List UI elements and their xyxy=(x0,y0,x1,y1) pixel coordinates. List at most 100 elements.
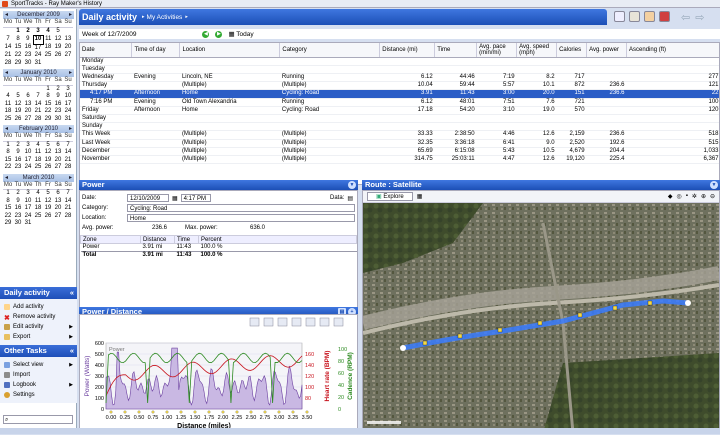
import-task[interactable]: Import xyxy=(0,370,77,380)
calendar-day[interactable]: 13 xyxy=(53,149,63,157)
calendar-day[interactable]: 3 xyxy=(23,190,33,198)
calendar-day[interactable]: 22 xyxy=(3,213,13,221)
calendar-day[interactable]: 2 xyxy=(13,190,23,198)
calendar-day[interactable]: 21 xyxy=(33,108,43,116)
calendar-day[interactable]: 12 xyxy=(43,149,53,157)
grid-col-header[interactable]: Avg. power xyxy=(586,43,628,58)
calendar-day[interactable]: 5 xyxy=(43,190,53,198)
calendar-day[interactable]: 18 xyxy=(43,44,53,52)
calendar-day[interactable]: 24 xyxy=(63,108,73,116)
calendar-day[interactable]: 23 xyxy=(53,108,63,116)
calendar-day[interactable]: 16 xyxy=(13,205,23,213)
export-task[interactable]: Export ▶ xyxy=(0,332,77,342)
grid-col-header[interactable]: Distance (mi) xyxy=(379,43,436,58)
calendar-day[interactable]: 29 xyxy=(43,116,53,124)
zoom-in-icon[interactable]: ⊕ xyxy=(701,193,706,200)
calendar-day[interactable]: 27 xyxy=(63,52,73,60)
calendar-day[interactable]: 15 xyxy=(13,44,23,52)
chevron-down-icon[interactable]: ▼ xyxy=(710,181,718,189)
calendar-day[interactable]: 21 xyxy=(3,52,13,60)
add-activity-task[interactable]: Add activity xyxy=(0,302,77,312)
calendar-day[interactable]: 12 xyxy=(13,101,23,109)
calendar-day[interactable]: 25 xyxy=(43,52,53,60)
calendar-day[interactable]: 29 xyxy=(13,60,23,68)
table-row[interactable]: November (Multiple) (Multiple) 314.75 25:03:… xyxy=(80,155,719,165)
calendar-day[interactable]: 5 xyxy=(53,27,63,36)
calendar-day[interactable]: 29 xyxy=(3,220,13,228)
calendar-day[interactable]: 14 xyxy=(63,198,73,206)
next-month-icon[interactable]: ▸ xyxy=(69,125,72,133)
calendar-day[interactable]: 17 xyxy=(23,205,33,213)
gear-icon[interactable] xyxy=(305,317,316,327)
date-field[interactable]: 12/10/2009 xyxy=(127,194,169,202)
calendar-day[interactable]: 10 xyxy=(63,93,73,101)
chevron-down-icon[interactable]: ▼ xyxy=(348,181,356,189)
location-field[interactable]: Home xyxy=(127,214,355,222)
search-input[interactable]: ⌕ xyxy=(3,415,73,424)
route-end-marker[interactable] xyxy=(685,300,691,306)
breadcrumb[interactable]: My Activities xyxy=(147,14,183,21)
calendar-day[interactable]: 2 xyxy=(23,27,33,36)
time-field[interactable]: 4:17 PM xyxy=(180,194,211,202)
calendar-day[interactable]: 23 xyxy=(23,52,33,60)
next-month-icon[interactable]: ▸ xyxy=(69,174,72,182)
calendar-day[interactable]: 2 xyxy=(53,85,63,93)
grid-col-header[interactable]: Avg. speed (mph) xyxy=(516,43,558,58)
table-row[interactable]: 4:17 PM Afternoon Home Cycling: Road 3.91 11:… xyxy=(80,89,719,99)
save-icon[interactable]: ▪ xyxy=(686,193,688,200)
calendar-day[interactable]: 14 xyxy=(63,149,73,157)
table-row[interactable]: Last Week (Multiple) (Multiple) 32.35 3:36:1… xyxy=(80,139,719,148)
table-row[interactable]: Wednesday Evening Lincoln, NE Running 6.12 44… xyxy=(80,73,719,83)
grid-col-header[interactable]: Location xyxy=(179,43,281,58)
calendar-day[interactable]: 1 xyxy=(13,27,23,36)
table-row[interactable]: This Week (Multiple) (Multiple) 33.33 2:38:5… xyxy=(80,130,719,140)
calendar-day[interactable]: 18 xyxy=(33,205,43,213)
calendar-day[interactable]: 8 xyxy=(13,36,23,45)
zoom-fit-icon[interactable]: ◎ xyxy=(677,193,682,200)
today-button[interactable]: ▦ Today xyxy=(228,30,253,38)
calendar-day[interactable]: 16 xyxy=(23,44,33,52)
edit-activity-task[interactable]: Edit activity ▶ xyxy=(0,322,77,332)
calendar-day[interactable]: 20 xyxy=(23,108,33,116)
time-col-header[interactable]: Time xyxy=(174,235,199,244)
calendar-day[interactable]: 15 xyxy=(3,157,13,165)
other-tasks-header[interactable]: Other Tasks « xyxy=(0,345,77,357)
calendar-day[interactable]: 28 xyxy=(63,213,73,221)
power-panel-header[interactable]: Power ▼ xyxy=(79,180,358,190)
grid-col-header[interactable]: Date xyxy=(80,43,133,58)
calendar-day[interactable]: 28 xyxy=(63,164,73,172)
calendar-day[interactable]: 1 xyxy=(3,141,13,149)
collapse-icon[interactable]: « xyxy=(70,287,74,299)
zone-col-header[interactable]: Zone xyxy=(80,235,141,244)
table-row[interactable]: 7:16 PM Evening Old Town Alexandria Running… xyxy=(80,98,719,107)
grid-col-header[interactable]: Calories xyxy=(556,43,588,58)
select-view-task[interactable]: Select view ▶ xyxy=(0,360,77,370)
calendar-day[interactable]: 13 xyxy=(23,101,33,109)
calendar-day[interactable]: 8 xyxy=(3,149,13,157)
calendar-day[interactable]: 22 xyxy=(13,52,23,60)
grid-col-header[interactable]: Time of day xyxy=(131,43,181,58)
calendar-day[interactable]: 10 xyxy=(23,198,33,206)
calendar-day[interactable]: 3 xyxy=(23,141,33,149)
calendar-day[interactable]: 13 xyxy=(63,36,73,45)
calendar-day[interactable]: 7 xyxy=(3,36,13,45)
calendar-day[interactable]: 8 xyxy=(43,93,53,101)
table-row[interactable]: December (Multiple) (Multiple) 65.69 6:15:08… xyxy=(80,147,719,156)
table-row[interactable]: Saturday xyxy=(80,114,719,124)
calendar-day[interactable]: 12 xyxy=(43,198,53,206)
calendar-day[interactable]: 24 xyxy=(23,164,33,172)
marker-icon[interactable]: ◆ xyxy=(668,193,673,200)
calendar-day[interactable]: 13 xyxy=(53,198,63,206)
calendar-day[interactable]: 11 xyxy=(43,36,53,45)
calendar-day[interactable]: 10 xyxy=(32,35,44,45)
chart-save-icon[interactable] xyxy=(291,317,302,327)
category-field[interactable]: Cycling: Road xyxy=(127,204,355,212)
remove-activity-task[interactable]: ✖ Remove activity xyxy=(0,312,77,322)
calendar-day[interactable]: 19 xyxy=(13,108,23,116)
calendar-day[interactable]: 9 xyxy=(53,93,63,101)
calendar-day[interactable]: 17 xyxy=(23,157,33,165)
settings-task[interactable]: Settings xyxy=(0,390,77,400)
calendar-day[interactable]: 30 xyxy=(13,220,23,228)
calendar-day[interactable]: 6 xyxy=(53,190,63,198)
calendar-day[interactable]: 14 xyxy=(3,44,13,52)
